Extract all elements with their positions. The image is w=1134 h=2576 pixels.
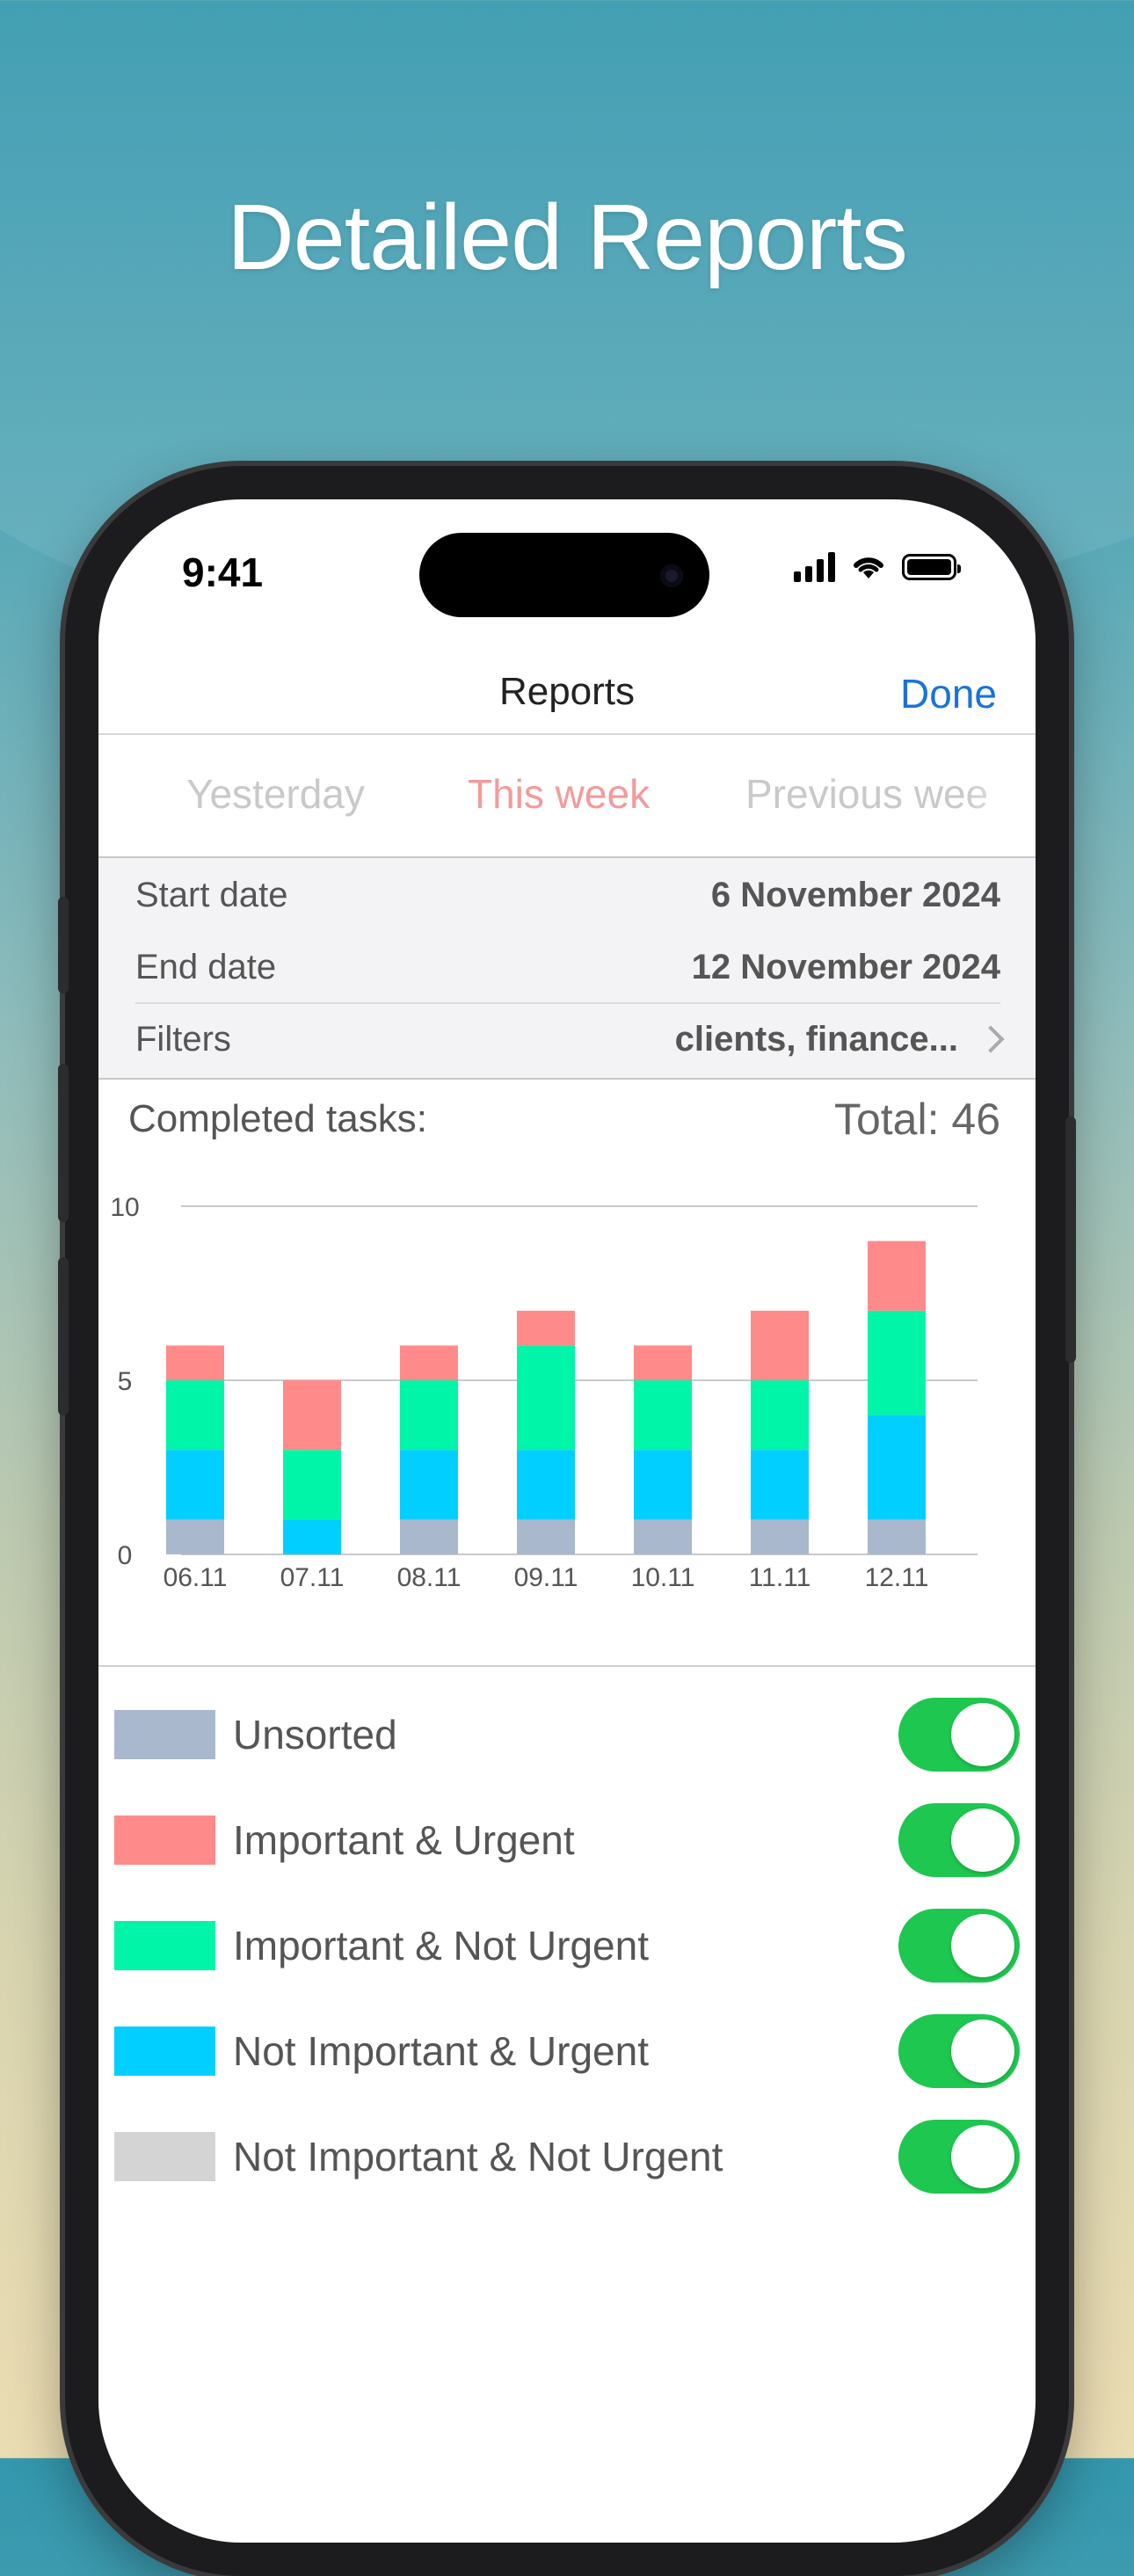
volume-down-button bbox=[58, 1257, 69, 1415]
status-icons bbox=[794, 552, 961, 582]
legend-label: Important & Not Urgent bbox=[233, 1923, 649, 1968]
legend-toggle[interactable] bbox=[898, 1909, 1020, 1983]
legend-swatch bbox=[114, 2027, 215, 2076]
legend-label: Not Important & Not Urgent bbox=[233, 2134, 723, 2179]
action-button bbox=[58, 897, 69, 993]
bar-segment bbox=[751, 1450, 809, 1520]
x-tick-label: 12.11 bbox=[865, 1563, 929, 1592]
navigation-bar: Reports Done bbox=[98, 649, 1036, 735]
y-tick-label: 10 bbox=[110, 1193, 139, 1222]
start-date-value: 6 November 2024 bbox=[710, 875, 1000, 914]
legend-toggle[interactable] bbox=[898, 2120, 1020, 2194]
period-yesterday[interactable]: Yesterday bbox=[186, 770, 365, 818]
end-date-label: End date bbox=[135, 947, 277, 986]
tasks-bar-chart: 0 5 10 06.11 07.11 08.11 09.11 10.11 11.11 12.11 bbox=[110, 1193, 978, 1592]
x-tick-label: 11.11 bbox=[749, 1563, 811, 1592]
legend-row: Not Important & Not Urgent bbox=[114, 2117, 1020, 2196]
bar-segment bbox=[166, 1450, 224, 1520]
chevron-right-icon bbox=[977, 1025, 1005, 1053]
page-title: Reports bbox=[498, 670, 636, 713]
filters-label: Filters bbox=[135, 1019, 231, 1059]
legend-row: Unsorted bbox=[114, 1695, 1020, 1774]
legend-swatch bbox=[114, 2132, 215, 2181]
completed-tasks-label: Completed tasks: bbox=[128, 1097, 427, 1140]
x-tick-label: 08.11 bbox=[397, 1563, 462, 1592]
divider bbox=[98, 1665, 1036, 1667]
bar-segment bbox=[751, 1310, 809, 1380]
bar-segment bbox=[634, 1380, 692, 1451]
bar-segment bbox=[868, 1241, 926, 1311]
report-parameters: Start date 6 November 2024 End date 12 N… bbox=[98, 858, 1036, 1080]
bar-segment bbox=[634, 1345, 692, 1380]
end-date-value: 12 November 2024 bbox=[691, 947, 1000, 986]
end-date-row[interactable]: End date 12 November 2024 bbox=[135, 932, 1000, 1002]
bar-segment bbox=[751, 1519, 809, 1554]
camera-icon bbox=[660, 564, 683, 587]
filters-value: clients, finance... bbox=[674, 1019, 958, 1059]
bar-segment bbox=[868, 1310, 926, 1415]
period-previous-week[interactable]: Previous wee bbox=[745, 770, 988, 818]
bar-segment bbox=[517, 1310, 575, 1346]
bar-segment bbox=[517, 1450, 575, 1520]
bar-segment bbox=[517, 1519, 575, 1554]
bar-segment bbox=[868, 1415, 926, 1520]
x-tick-label: 09.11 bbox=[514, 1563, 578, 1592]
start-date-label: Start date bbox=[135, 875, 288, 914]
volume-up-button bbox=[58, 1064, 69, 1222]
bar-segment bbox=[166, 1519, 224, 1554]
battery-icon bbox=[902, 554, 961, 580]
signal-icon bbox=[794, 552, 835, 582]
bar-segment bbox=[400, 1519, 458, 1554]
bar-segment bbox=[868, 1519, 926, 1554]
filters-row[interactable]: Filters clients, finance... bbox=[135, 1002, 1005, 1074]
y-tick-label: 0 bbox=[118, 1541, 133, 1570]
phone-frame: 9:41 Reports Done Yesterday This week Pr… bbox=[58, 466, 1076, 2576]
wifi-icon bbox=[854, 557, 883, 579]
completed-tasks-total: Total: 46 bbox=[833, 1095, 1000, 1144]
bar-segment bbox=[166, 1380, 224, 1451]
legend-label: Important & Urgent bbox=[233, 1817, 575, 1863]
legend-swatch bbox=[114, 1710, 215, 1759]
bar-segment bbox=[517, 1345, 575, 1451]
period-selector: Yesterday This week Previous wee bbox=[98, 735, 1036, 858]
legend-label: Not Important & Urgent bbox=[233, 2028, 649, 2074]
legend-row: Important & Not Urgent bbox=[114, 1906, 1020, 1985]
legend-swatch bbox=[114, 1921, 215, 1970]
dynamic-island bbox=[419, 533, 709, 617]
bar-segment bbox=[283, 1450, 341, 1520]
bar-segment bbox=[634, 1519, 692, 1554]
bar-segment bbox=[400, 1380, 458, 1451]
legend-label: Unsorted bbox=[233, 1712, 397, 1757]
start-date-row[interactable]: Start date 6 November 2024 bbox=[135, 860, 1000, 930]
bar-segment bbox=[634, 1450, 692, 1520]
bar-segment bbox=[751, 1380, 809, 1451]
x-tick-label: 10.11 bbox=[631, 1563, 695, 1592]
legend-toggle[interactable] bbox=[898, 1698, 1020, 1772]
x-tick-label: 07.11 bbox=[280, 1563, 345, 1592]
bar-segment bbox=[166, 1345, 224, 1380]
legend-row: Important & Urgent bbox=[114, 1801, 1020, 1880]
bar-segment bbox=[400, 1345, 458, 1380]
legend-toggle[interactable] bbox=[898, 2014, 1020, 2088]
x-tick-label: 06.11 bbox=[164, 1563, 228, 1592]
legend-row: Not Important & Urgent bbox=[114, 2012, 1020, 2091]
scroll-fade bbox=[965, 735, 1036, 856]
y-tick-label: 5 bbox=[118, 1367, 133, 1396]
side-button bbox=[1065, 1117, 1076, 1363]
period-this-week[interactable]: This week bbox=[468, 770, 650, 818]
headline: Detailed Reports bbox=[227, 186, 908, 289]
bar-segment bbox=[283, 1519, 341, 1554]
app-screen: 9:41 Reports Done Yesterday This week Pr… bbox=[98, 499, 1036, 2543]
bar-segment bbox=[400, 1450, 458, 1520]
done-button[interactable]: Done bbox=[900, 670, 997, 717]
legend-toggle[interactable] bbox=[898, 1803, 1020, 1877]
bar-segment bbox=[283, 1380, 341, 1451]
legend-swatch bbox=[114, 1816, 215, 1865]
status-time: 9:41 bbox=[182, 549, 264, 595]
